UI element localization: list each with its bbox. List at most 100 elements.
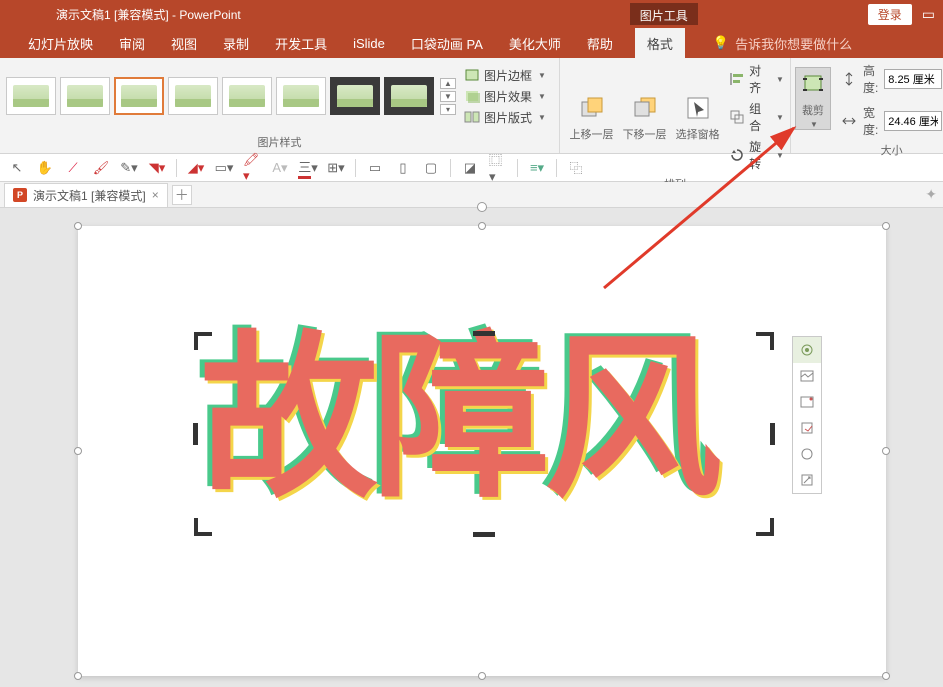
selection-pane-button[interactable]: 选择窗格 <box>672 92 723 142</box>
tab-slideshow[interactable]: 幻灯片放映 <box>24 34 97 53</box>
qt-font-color-icon[interactable]: 三▾ <box>299 159 317 177</box>
ribbon-display-options-icon[interactable]: ▭ <box>922 6 935 23</box>
qt-fill-icon[interactable]: ◢▾ <box>187 159 205 177</box>
picture-layout-button[interactable]: 图片版式▼ <box>464 109 546 126</box>
align-button[interactable]: 对齐▼ <box>729 62 784 96</box>
tell-me-search[interactable]: 💡 告诉我你想要做什么 <box>713 34 852 53</box>
width-label: 宽度: <box>863 104 878 138</box>
crop-handle-r[interactable] <box>770 423 775 445</box>
tell-me-placeholder: 告诉我你想要做什么 <box>735 34 852 53</box>
document-tab[interactable]: P 演示文稿1 [兼容模式] × <box>4 183 168 207</box>
handle-t[interactable] <box>478 222 486 230</box>
picture-style-7[interactable] <box>330 77 380 115</box>
layout-opt-3[interactable] <box>793 389 821 415</box>
picture-border-button[interactable]: 图片边框▼ <box>464 67 546 84</box>
qt-highlight-icon[interactable]: 🖍▾ <box>243 159 261 177</box>
handle-r[interactable] <box>882 447 890 455</box>
picture-style-8[interactable] <box>384 77 434 115</box>
picture-style-3[interactable] <box>114 77 164 115</box>
crop-handle-b[interactable] <box>473 532 495 537</box>
document-tab-label: 演示文稿1 [兼容模式] <box>33 187 146 204</box>
tab-view[interactable]: 视图 <box>167 34 201 53</box>
picture-style-5[interactable] <box>222 77 272 115</box>
login-button[interactable]: 登录 <box>868 4 912 25</box>
height-icon <box>841 71 857 87</box>
picture-style-4[interactable] <box>168 77 218 115</box>
qt-eyedrop-icon[interactable]: ⟋ <box>64 159 82 177</box>
quick-toolbar: ↖ ✋ ⟋ 🖌 ✎▾ ◥▾ ◢▾ ▭▾ 🖍▾ A▾ 三▾ ⊞▾ ▭ ▯ ▢ ◪ … <box>0 154 943 182</box>
bring-forward-button[interactable]: 上移一层 <box>566 92 617 142</box>
qt-rect2-icon[interactable]: ▯ <box>394 159 412 177</box>
rotate-handle[interactable] <box>477 202 487 212</box>
send-backward-icon <box>629 92 661 124</box>
group-icon <box>729 109 745 125</box>
width-input[interactable] <box>884 111 942 131</box>
group-button[interactable]: 组合▼ <box>729 100 784 134</box>
handle-l[interactable] <box>74 447 82 455</box>
qt-outline-icon[interactable]: ▭▾ <box>215 159 233 177</box>
crop-handle-br[interactable] <box>756 518 774 536</box>
bring-forward-icon <box>576 92 608 124</box>
lightbulb-icon: 💡 <box>713 35 729 51</box>
picture-style-2[interactable] <box>60 77 110 115</box>
ribbon-tabs: 幻灯片放映 审阅 视图 录制 开发工具 iSlide 口袋动画 PA 美化大师 … <box>0 28 943 58</box>
layout-opt-2[interactable] <box>793 363 821 389</box>
crop-handle-bl[interactable] <box>194 518 212 536</box>
tab-format[interactable]: 格式 <box>635 28 685 59</box>
group-label-styles: 图片样式 <box>0 134 559 153</box>
tab-developer[interactable]: 开发工具 <box>271 34 331 53</box>
canvas[interactable]: 故障风 故障风 故障风 <box>0 208 943 687</box>
layout-opt-4[interactable] <box>793 415 821 441</box>
qt-layers-icon[interactable]: ⿴▾ <box>489 159 507 177</box>
qt-pencil-icon[interactable]: ✎▾ <box>120 159 138 177</box>
handle-tr[interactable] <box>882 222 890 230</box>
picture-style-gallery-expand[interactable]: ▲▼▾ <box>440 78 456 115</box>
slide[interactable]: 故障风 故障风 故障风 <box>78 226 886 676</box>
qt-cursor-icon[interactable]: ↖ <box>8 159 26 177</box>
layout-opt-5[interactable] <box>793 441 821 467</box>
inserted-image[interactable]: 故障风 故障风 故障风 <box>196 334 772 534</box>
handle-tl[interactable] <box>74 222 82 230</box>
picture-style-6[interactable] <box>276 77 326 115</box>
qt-shape-icon[interactable]: ◥▾ <box>148 159 166 177</box>
send-backward-button[interactable]: 下移一层 <box>619 92 670 142</box>
picture-effects-button[interactable]: 图片效果▼ <box>464 88 546 105</box>
height-input[interactable] <box>884 69 942 89</box>
title-bar: 演示文稿1 [兼容模式] - PowerPoint 图片工具 登录 ▭ <box>0 0 943 28</box>
crop-button[interactable]: 裁剪 ▼ <box>795 67 831 130</box>
qt-rect1-icon[interactable]: ▭ <box>366 159 384 177</box>
height-row: 高度: <box>841 62 942 96</box>
qt-align-icon[interactable]: ≡▾ <box>528 159 546 177</box>
tab-help[interactable]: 帮助 <box>583 34 617 53</box>
qt-copy-icon[interactable]: ⿻ <box>567 159 585 177</box>
qt-hand-icon[interactable]: ✋ <box>36 159 54 177</box>
picture-style-1[interactable] <box>6 77 56 115</box>
handle-bl[interactable] <box>74 672 82 680</box>
pin-icon[interactable]: ✦ <box>925 186 937 203</box>
qt-rect3-icon[interactable]: ▢ <box>422 159 440 177</box>
tab-islide[interactable]: iSlide <box>349 36 389 51</box>
layout-options-panel <box>792 336 822 494</box>
crop-handle-t[interactable] <box>473 331 495 336</box>
close-tab-icon[interactable]: × <box>152 188 159 202</box>
crop-handle-tl[interactable] <box>194 332 212 350</box>
powerpoint-icon: P <box>13 188 27 202</box>
crop-handle-tr[interactable] <box>756 332 774 350</box>
crop-handle-l[interactable] <box>193 423 198 445</box>
selection-pane-icon <box>682 92 714 124</box>
layout-opt-6[interactable] <box>793 467 821 493</box>
layout-opt-1[interactable] <box>793 337 821 363</box>
tab-review[interactable]: 审阅 <box>115 34 149 53</box>
qt-overlap-icon[interactable]: ◪ <box>461 159 479 177</box>
handle-br[interactable] <box>882 672 890 680</box>
qt-grid-icon[interactable]: ⊞▾ <box>327 159 345 177</box>
tab-record[interactable]: 录制 <box>219 34 253 53</box>
handle-b[interactable] <box>478 672 486 680</box>
qt-brush-icon[interactable]: 🖌 <box>92 159 110 177</box>
qt-font-a-icon[interactable]: A▾ <box>271 159 289 177</box>
add-tab-button[interactable]: ＋ <box>172 185 192 205</box>
rotate-button[interactable]: 旋转▼ <box>729 138 784 172</box>
tab-pocket-anim[interactable]: 口袋动画 PA <box>407 34 487 53</box>
tab-beautify[interactable]: 美化大师 <box>505 34 565 53</box>
picture-effects-icon <box>464 88 480 104</box>
